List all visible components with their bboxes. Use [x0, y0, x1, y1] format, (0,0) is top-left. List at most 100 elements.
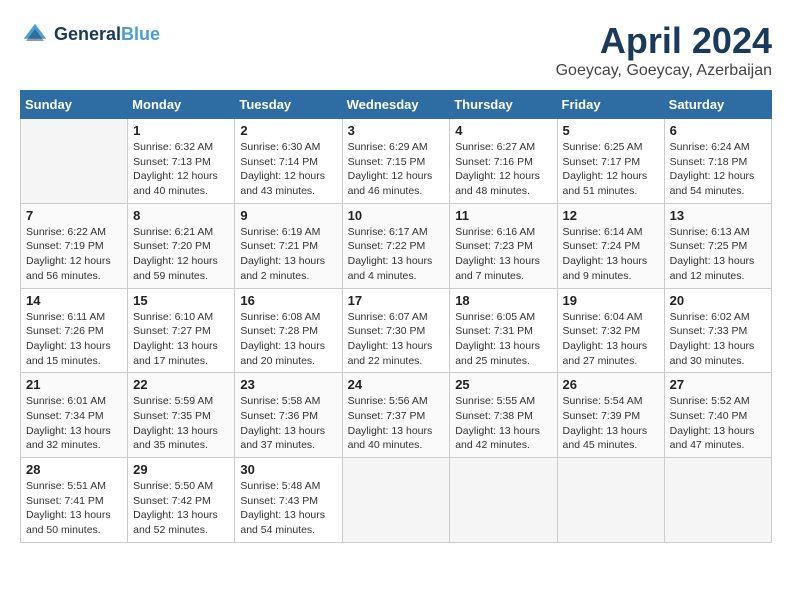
day-detail: Sunrise: 6:24 AMSunset: 7:18 PMDaylight:…: [670, 141, 755, 197]
weekday-header-row: SundayMondayTuesdayWednesdayThursdayFrid…: [21, 91, 772, 119]
weekday-header-friday: Friday: [557, 91, 664, 119]
weekday-header-monday: Monday: [128, 91, 235, 119]
day-number: 8: [133, 208, 229, 223]
weekday-header-wednesday: Wednesday: [342, 91, 450, 119]
day-detail: Sunrise: 5:56 AMSunset: 7:37 PMDaylight:…: [348, 395, 433, 451]
day-detail: Sunrise: 5:52 AMSunset: 7:40 PMDaylight:…: [670, 395, 755, 451]
day-detail: Sunrise: 5:48 AMSunset: 7:43 PMDaylight:…: [240, 480, 325, 536]
day-detail: Sunrise: 5:54 AMSunset: 7:39 PMDaylight:…: [563, 395, 648, 451]
calendar-cell: 27 Sunrise: 5:52 AMSunset: 7:40 PMDaylig…: [664, 373, 771, 458]
day-number: 9: [240, 208, 336, 223]
day-detail: Sunrise: 6:05 AMSunset: 7:31 PMDaylight:…: [455, 311, 540, 367]
day-detail: Sunrise: 6:11 AMSunset: 7:26 PMDaylight:…: [26, 311, 111, 367]
location-subtitle: Goeycay, Goeycay, Azerbaijan: [556, 62, 772, 80]
calendar-cell: [21, 119, 128, 204]
day-number: 5: [563, 123, 659, 138]
calendar-cell: 22 Sunrise: 5:59 AMSunset: 7:35 PMDaylig…: [128, 373, 235, 458]
logo-icon: [20, 20, 50, 50]
day-number: 30: [240, 462, 336, 477]
week-row-2: 7 Sunrise: 6:22 AMSunset: 7:19 PMDayligh…: [21, 203, 772, 288]
day-number: 19: [563, 293, 659, 308]
day-number: 2: [240, 123, 336, 138]
day-number: 4: [455, 123, 551, 138]
day-number: 6: [670, 123, 766, 138]
calendar-table: SundayMondayTuesdayWednesdayThursdayFrid…: [20, 90, 772, 543]
day-detail: Sunrise: 5:50 AMSunset: 7:42 PMDaylight:…: [133, 480, 218, 536]
day-detail: Sunrise: 5:51 AMSunset: 7:41 PMDaylight:…: [26, 480, 111, 536]
day-number: 23: [240, 377, 336, 392]
day-number: 20: [670, 293, 766, 308]
day-detail: Sunrise: 6:17 AMSunset: 7:22 PMDaylight:…: [348, 226, 433, 282]
day-number: 26: [563, 377, 659, 392]
day-detail: Sunrise: 6:01 AMSunset: 7:34 PMDaylight:…: [26, 395, 111, 451]
calendar-cell: 1 Sunrise: 6:32 AMSunset: 7:13 PMDayligh…: [128, 119, 235, 204]
calendar-cell: 24 Sunrise: 5:56 AMSunset: 7:37 PMDaylig…: [342, 373, 450, 458]
calendar-cell: [450, 458, 557, 543]
day-number: 3: [348, 123, 445, 138]
calendar-cell: 15 Sunrise: 6:10 AMSunset: 7:27 PMDaylig…: [128, 288, 235, 373]
day-detail: Sunrise: 6:02 AMSunset: 7:33 PMDaylight:…: [670, 311, 755, 367]
calendar-cell: [664, 458, 771, 543]
calendar-cell: 3 Sunrise: 6:29 AMSunset: 7:15 PMDayligh…: [342, 119, 450, 204]
calendar-cell: 28 Sunrise: 5:51 AMSunset: 7:41 PMDaylig…: [21, 458, 128, 543]
weekday-header-saturday: Saturday: [664, 91, 771, 119]
calendar-cell: 12 Sunrise: 6:14 AMSunset: 7:24 PMDaylig…: [557, 203, 664, 288]
week-row-5: 28 Sunrise: 5:51 AMSunset: 7:41 PMDaylig…: [21, 458, 772, 543]
calendar-cell: 10 Sunrise: 6:17 AMSunset: 7:22 PMDaylig…: [342, 203, 450, 288]
day-detail: Sunrise: 6:32 AMSunset: 7:13 PMDaylight:…: [133, 141, 218, 197]
day-detail: Sunrise: 5:55 AMSunset: 7:38 PMDaylight:…: [455, 395, 540, 451]
day-detail: Sunrise: 6:27 AMSunset: 7:16 PMDaylight:…: [455, 141, 540, 197]
day-number: 25: [455, 377, 551, 392]
day-number: 1: [133, 123, 229, 138]
calendar-cell: 19 Sunrise: 6:04 AMSunset: 7:32 PMDaylig…: [557, 288, 664, 373]
week-row-1: 1 Sunrise: 6:32 AMSunset: 7:13 PMDayligh…: [21, 119, 772, 204]
day-number: 12: [563, 208, 659, 223]
calendar-cell: 11 Sunrise: 6:16 AMSunset: 7:23 PMDaylig…: [450, 203, 557, 288]
day-number: 18: [455, 293, 551, 308]
day-number: 15: [133, 293, 229, 308]
logo: GeneralBlue: [20, 20, 160, 50]
calendar-cell: [342, 458, 450, 543]
calendar-cell: 13 Sunrise: 6:13 AMSunset: 7:25 PMDaylig…: [664, 203, 771, 288]
day-detail: Sunrise: 6:16 AMSunset: 7:23 PMDaylight:…: [455, 226, 540, 282]
calendar-cell: 4 Sunrise: 6:27 AMSunset: 7:16 PMDayligh…: [450, 119, 557, 204]
month-title: April 2024: [556, 20, 772, 62]
day-detail: Sunrise: 6:29 AMSunset: 7:15 PMDaylight:…: [348, 141, 433, 197]
day-detail: Sunrise: 6:30 AMSunset: 7:14 PMDaylight:…: [240, 141, 325, 197]
calendar-cell: 5 Sunrise: 6:25 AMSunset: 7:17 PMDayligh…: [557, 119, 664, 204]
week-row-3: 14 Sunrise: 6:11 AMSunset: 7:26 PMDaylig…: [21, 288, 772, 373]
calendar-cell: 14 Sunrise: 6:11 AMSunset: 7:26 PMDaylig…: [21, 288, 128, 373]
weekday-header-tuesday: Tuesday: [235, 91, 342, 119]
calendar-cell: 18 Sunrise: 6:05 AMSunset: 7:31 PMDaylig…: [450, 288, 557, 373]
day-detail: Sunrise: 6:07 AMSunset: 7:30 PMDaylight:…: [348, 311, 433, 367]
day-detail: Sunrise: 6:25 AMSunset: 7:17 PMDaylight:…: [563, 141, 648, 197]
day-number: 24: [348, 377, 445, 392]
day-detail: Sunrise: 6:13 AMSunset: 7:25 PMDaylight:…: [670, 226, 755, 282]
logo-text: GeneralBlue: [54, 25, 160, 45]
title-block: April 2024 Goeycay, Goeycay, Azerbaijan: [556, 20, 772, 80]
calendar-cell: 9 Sunrise: 6:19 AMSunset: 7:21 PMDayligh…: [235, 203, 342, 288]
day-number: 17: [348, 293, 445, 308]
day-detail: Sunrise: 6:21 AMSunset: 7:20 PMDaylight:…: [133, 226, 218, 282]
calendar-cell: 21 Sunrise: 6:01 AMSunset: 7:34 PMDaylig…: [21, 373, 128, 458]
day-number: 14: [26, 293, 122, 308]
page-header: GeneralBlue April 2024 Goeycay, Goeycay,…: [20, 20, 772, 80]
weekday-header-thursday: Thursday: [450, 91, 557, 119]
calendar-cell: 8 Sunrise: 6:21 AMSunset: 7:20 PMDayligh…: [128, 203, 235, 288]
calendar-cell: 25 Sunrise: 5:55 AMSunset: 7:38 PMDaylig…: [450, 373, 557, 458]
day-number: 16: [240, 293, 336, 308]
day-detail: Sunrise: 6:22 AMSunset: 7:19 PMDaylight:…: [26, 226, 111, 282]
calendar-cell: 6 Sunrise: 6:24 AMSunset: 7:18 PMDayligh…: [664, 119, 771, 204]
calendar-cell: 7 Sunrise: 6:22 AMSunset: 7:19 PMDayligh…: [21, 203, 128, 288]
day-detail: Sunrise: 6:14 AMSunset: 7:24 PMDaylight:…: [563, 226, 648, 282]
calendar-cell: [557, 458, 664, 543]
day-number: 13: [670, 208, 766, 223]
calendar-cell: 16 Sunrise: 6:08 AMSunset: 7:28 PMDaylig…: [235, 288, 342, 373]
calendar-cell: 29 Sunrise: 5:50 AMSunset: 7:42 PMDaylig…: [128, 458, 235, 543]
day-detail: Sunrise: 5:59 AMSunset: 7:35 PMDaylight:…: [133, 395, 218, 451]
day-number: 11: [455, 208, 551, 223]
calendar-cell: 23 Sunrise: 5:58 AMSunset: 7:36 PMDaylig…: [235, 373, 342, 458]
day-number: 27: [670, 377, 766, 392]
calendar-cell: 17 Sunrise: 6:07 AMSunset: 7:30 PMDaylig…: [342, 288, 450, 373]
day-number: 29: [133, 462, 229, 477]
